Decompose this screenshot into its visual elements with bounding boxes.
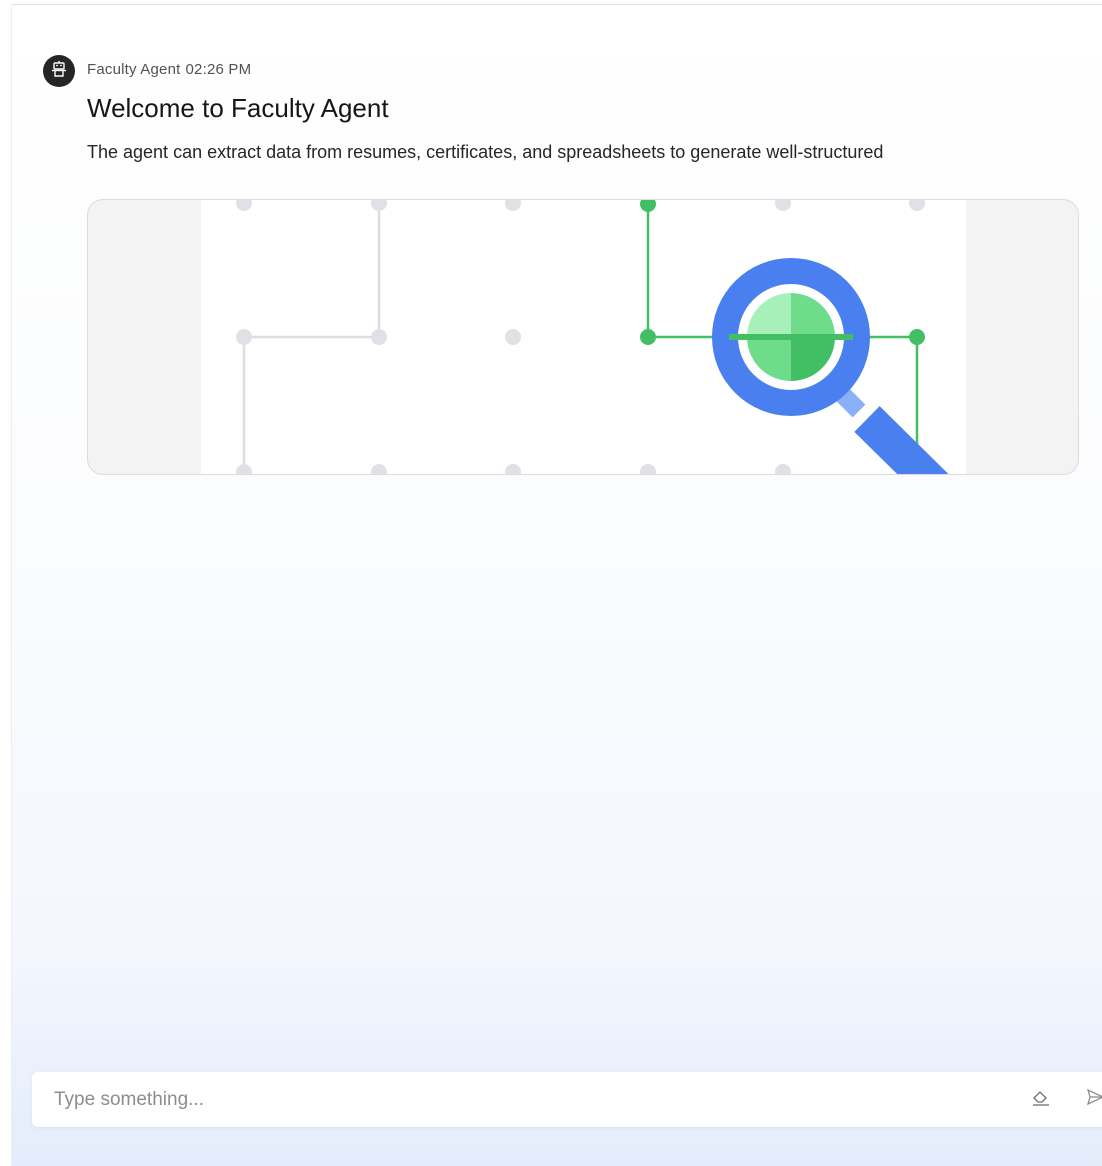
send-button[interactable] [1083,1087,1102,1111]
clear-button[interactable] [1029,1087,1053,1111]
message-body: The agent can extract data from resumes,… [87,142,884,162]
robot-icon [50,60,68,83]
message-time: 02:26 PM [185,61,252,78]
eraser-icon [1031,1087,1051,1112]
message-composer [32,1072,1102,1127]
message-title: Welcome to Faculty Agent [87,93,389,123]
left-edge [0,5,12,1166]
message-header: Faculty Agent 02:26 PM [87,61,251,78]
send-icon [1085,1087,1102,1112]
message-input[interactable] [32,1072,992,1127]
magnifying-glass-network-icon [201,200,966,474]
chat-page: Faculty Agent 02:26 PM Welcome to Faculty… [0,0,1102,1166]
sender-name: Faculty Agent [87,61,181,78]
chat-area [12,5,1102,1166]
illustration-card [87,199,1079,475]
agent-avatar [43,55,75,87]
